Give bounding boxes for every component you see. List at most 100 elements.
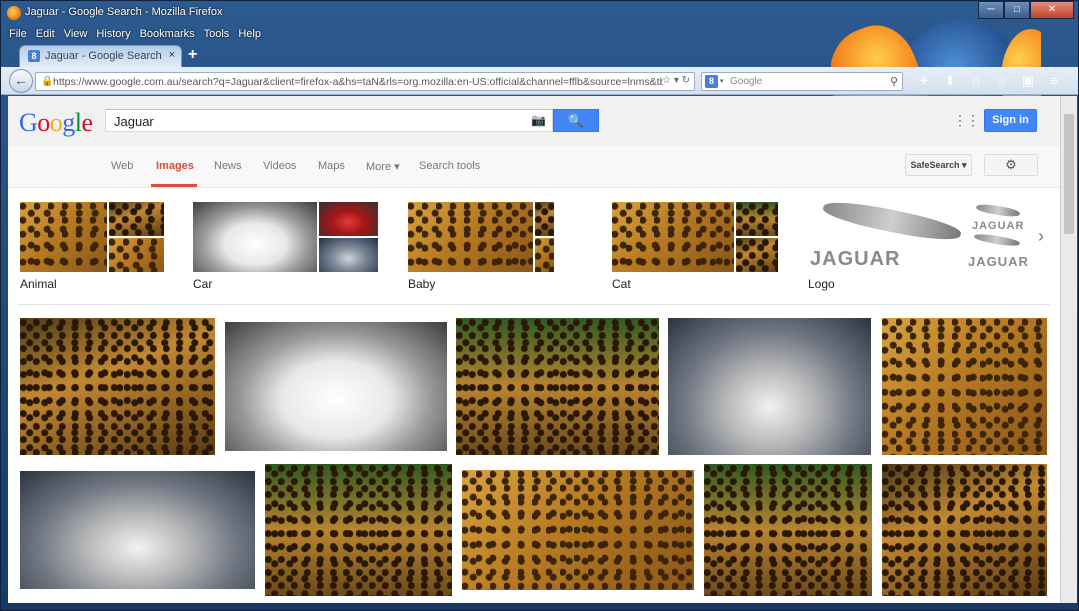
browser-search-bar[interactable]: 8 ▾ Google ⚲ xyxy=(701,72,903,91)
logo-letter: e xyxy=(81,108,94,137)
related-image[interactable] xyxy=(109,202,164,236)
window-controls: ─ □ ✕ xyxy=(978,1,1074,19)
image-result[interactable] xyxy=(456,318,659,455)
related-image[interactable] xyxy=(319,202,378,236)
related-label-animal[interactable]: Animal xyxy=(20,277,57,291)
logo-letter: o xyxy=(49,108,63,137)
menu-file[interactable]: File xyxy=(9,25,27,43)
sign-in-button[interactable]: Sign in xyxy=(984,109,1037,132)
firefox-logo-icon xyxy=(7,6,21,20)
jaguar-wordmark: JAGUAR xyxy=(972,220,1025,232)
tab-more[interactable]: More ▾ xyxy=(366,160,400,173)
tab-maps[interactable]: Maps xyxy=(318,160,345,172)
related-image[interactable] xyxy=(736,202,778,236)
lock-icon: 🔒 xyxy=(41,76,54,87)
image-result[interactable] xyxy=(882,464,1047,596)
hamburger-menu-icon[interactable]: ≡ xyxy=(1041,71,1067,91)
search-query[interactable]: Jaguar xyxy=(114,114,154,129)
image-result[interactable] xyxy=(225,322,447,451)
maximize-button[interactable]: □ xyxy=(1004,1,1030,19)
url-text[interactable]: https://www.google.com.au/search?q=Jagua… xyxy=(53,76,663,88)
google-logo[interactable]: Google xyxy=(19,108,93,138)
menu-view[interactable]: View xyxy=(64,25,88,43)
related-image[interactable] xyxy=(20,202,107,272)
image-result[interactable] xyxy=(20,471,255,589)
image-result[interactable] xyxy=(265,464,452,596)
leaping-jaguar-logo-icon xyxy=(975,202,1021,219)
tab-bar: 8 Jaguar - Google Search × + xyxy=(1,45,1078,67)
url-bar[interactable]: 🔒 https://www.google.com.au/search?q=Jag… xyxy=(35,72,695,91)
related-image[interactable] xyxy=(535,238,554,272)
active-tab-indicator xyxy=(151,184,197,187)
vertical-scrollbar[interactable] xyxy=(1060,96,1077,603)
related-image[interactable] xyxy=(612,202,734,272)
search-engine-caret-icon[interactable]: ▾ xyxy=(720,77,724,85)
image-result[interactable] xyxy=(882,318,1047,455)
search-bar-placeholder: Google xyxy=(730,76,763,87)
related-label-car[interactable]: Car xyxy=(193,277,212,291)
image-result[interactable] xyxy=(462,470,694,590)
google-header: Google Jaguar 📷 🔍 ⋮⋮⋮ Sign in xyxy=(8,96,1060,146)
image-result[interactable] xyxy=(20,318,215,455)
tab-google-search[interactable]: 8 Jaguar - Google Search × xyxy=(19,45,182,67)
scrollbar-thumb[interactable] xyxy=(1064,114,1074,234)
window-title: Jaguar - Google Search - Mozilla Firefox xyxy=(25,6,223,18)
related-image[interactable] xyxy=(109,238,164,272)
related-label-logo[interactable]: Logo xyxy=(808,277,835,291)
related-logo[interactable]: JAGUAR JAGUAR JAGUAR xyxy=(808,195,1028,272)
image-result[interactable] xyxy=(704,464,872,596)
toolbar-icons: ✈ ⬇ ⌂ ☆ ▣ ≡ xyxy=(911,71,1067,91)
logo-letter: g xyxy=(62,108,75,137)
related-car[interactable] xyxy=(193,202,378,272)
minimize-button[interactable]: ─ xyxy=(978,1,1004,19)
download-icon[interactable]: ⬇ xyxy=(937,71,963,91)
share-icon[interactable]: ✈ xyxy=(911,71,937,91)
menu-tools[interactable]: Tools xyxy=(204,25,230,43)
tab-web[interactable]: Web xyxy=(111,160,133,172)
jaguar-wordmark: JAGUAR xyxy=(810,248,901,270)
menu-edit[interactable]: Edit xyxy=(36,25,55,43)
related-label-baby[interactable]: Baby xyxy=(408,277,435,291)
tab-videos[interactable]: Videos xyxy=(263,160,296,172)
bookmarks-menu-icon[interactable]: ▣ xyxy=(1015,71,1041,91)
related-image[interactable] xyxy=(736,238,778,272)
related-image[interactable] xyxy=(319,238,378,272)
back-button[interactable]: ← xyxy=(9,69,33,93)
settings-gear-icon[interactable]: ⚙ xyxy=(984,154,1038,176)
close-button[interactable]: ✕ xyxy=(1030,1,1074,19)
bookmark-star-icon[interactable]: ☆ xyxy=(989,71,1015,91)
url-bar-icons[interactable]: ☆ ▾ ↻ xyxy=(662,75,690,86)
menu-bookmarks[interactable]: Bookmarks xyxy=(140,25,195,43)
leaping-jaguar-logo-icon xyxy=(821,195,963,247)
tab-images[interactable]: Images xyxy=(156,160,194,172)
section-divider xyxy=(18,304,1050,305)
tab-search-tools[interactable]: Search tools xyxy=(419,160,480,172)
search-input[interactable]: Jaguar 📷 xyxy=(105,109,553,132)
tab-close-icon[interactable]: × xyxy=(169,49,175,61)
related-cat[interactable] xyxy=(612,202,778,272)
chevron-right-icon[interactable]: › xyxy=(1038,226,1044,247)
menu-help[interactable]: Help xyxy=(238,25,261,43)
related-image[interactable] xyxy=(193,202,317,272)
menu-bar: File Edit View History Bookmarks Tools H… xyxy=(1,25,270,43)
search-button[interactable]: 🔍 xyxy=(553,109,599,132)
image-result[interactable] xyxy=(668,318,871,455)
related-image[interactable] xyxy=(408,202,533,272)
related-baby[interactable] xyxy=(408,202,554,272)
search-icon[interactable]: ⚲ xyxy=(890,75,898,88)
related-label-cat[interactable]: Cat xyxy=(612,277,631,291)
search-engine-icon[interactable]: 8 xyxy=(705,75,718,88)
related-animal[interactable] xyxy=(20,202,164,272)
camera-icon[interactable]: 📷 xyxy=(531,113,546,127)
new-tab-button[interactable]: + xyxy=(188,46,197,64)
safesearch-button[interactable]: SafeSearch ▾ xyxy=(905,154,972,176)
page-content: Google Jaguar 📷 🔍 ⋮⋮⋮ Sign in Web Images… xyxy=(8,96,1060,603)
tab-news[interactable]: News xyxy=(214,160,242,172)
home-icon[interactable]: ⌂ xyxy=(963,71,989,91)
logo-letter: G xyxy=(19,108,38,137)
menu-history[interactable]: History xyxy=(96,25,130,43)
navigation-bar: ← 🔒 https://www.google.com.au/search?q=J… xyxy=(1,67,1078,95)
logo-letter: l xyxy=(74,108,82,137)
related-image[interactable] xyxy=(535,202,554,236)
tab-label: Jaguar - Google Search xyxy=(45,50,162,62)
